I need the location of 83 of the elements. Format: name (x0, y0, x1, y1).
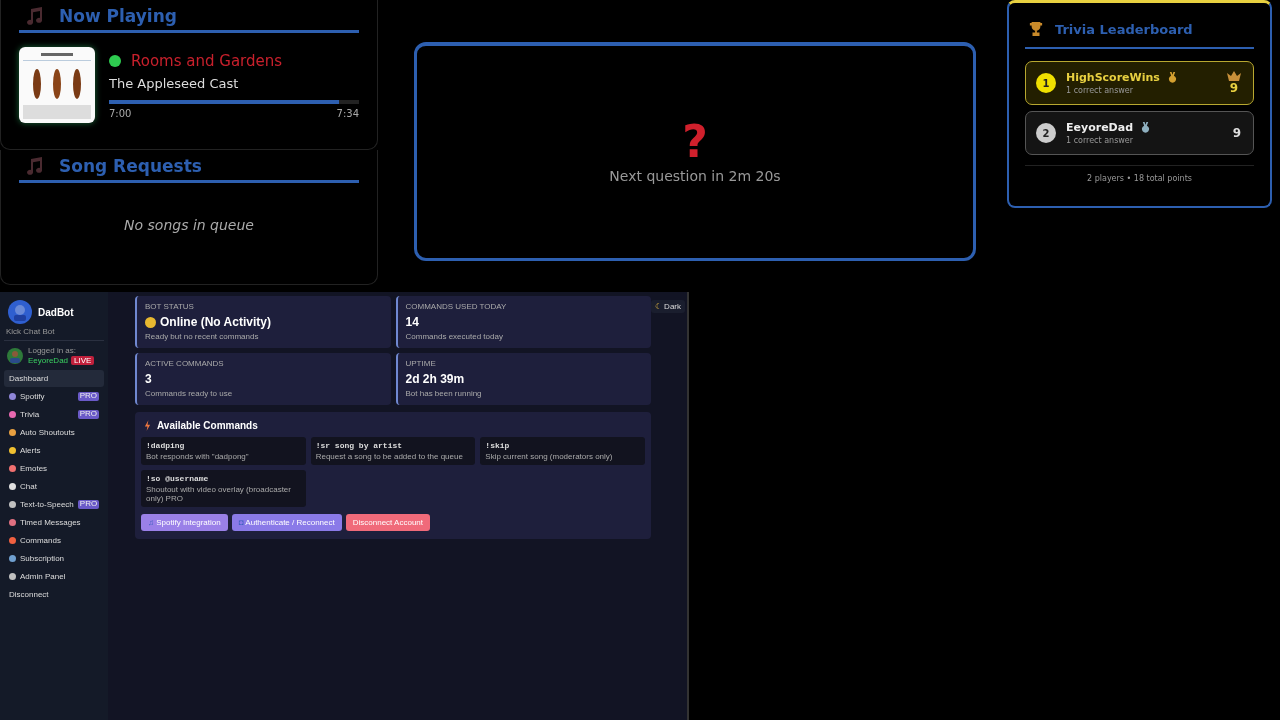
lightning-icon (144, 420, 151, 431)
username: EeyoreDad (28, 356, 69, 365)
track-title: Rooms and Gardens (131, 52, 283, 70)
countdown-text: Next question in 2m 20s (609, 168, 781, 184)
menu-label: Dashboard (9, 374, 50, 383)
pro-badge: PRO (77, 392, 99, 401)
music-note-icon (25, 6, 45, 26)
sidebar-item[interactable]: Timed Messages (4, 514, 104, 531)
sidebar-item[interactable]: Emotes (4, 460, 104, 477)
empty-queue-text: No songs in queue (123, 217, 255, 233)
card-title: Available Commands (157, 420, 258, 431)
theme-toggle[interactable]: ☾ Dark (650, 300, 685, 313)
live-badge: LIVE (71, 356, 95, 365)
stat-label: UPTIME (405, 359, 437, 368)
sidebar-item[interactable]: Trivia PRO (4, 406, 104, 423)
sidebar-item[interactable]: Subscription (4, 550, 104, 567)
panel-title: Trivia Leaderboard (1055, 21, 1193, 37)
menu-label: Emotes (20, 464, 49, 473)
panel-title: Song Requests (59, 156, 202, 176)
menu-label: Trivia (20, 410, 41, 419)
stat-caption: Commands ready to use (145, 389, 234, 398)
player-score: 9 (1229, 81, 1239, 95)
stat-value: 14 (405, 315, 419, 329)
menu-label: Subscription (20, 554, 66, 563)
command-code: !so @username (146, 474, 210, 483)
command-description: Bot responds with "dadpong" (146, 452, 250, 461)
duration-time: 7:34 (336, 108, 359, 119)
menu-label: Auto Shoutouts (20, 428, 76, 437)
sidebar-item[interactable]: Alerts (4, 442, 104, 459)
player-detail: 1 correct answer (1066, 136, 1135, 145)
question-mark: ? (682, 120, 708, 164)
stat-label: ACTIVE COMMANDS (145, 359, 225, 368)
menu-label: Commands (20, 536, 62, 545)
sidebar-item[interactable]: Text-to-Speech PRO (4, 496, 104, 513)
artist-name: The Appleseed Cast (109, 76, 240, 91)
stat-caption: Commands executed today (405, 332, 504, 341)
elapsed-time: 7:00 (109, 108, 132, 119)
stat-caption: Ready but no recent commands (145, 332, 260, 341)
stat-caption: Bot has been running (405, 389, 483, 398)
menu-label: Chat (20, 482, 38, 491)
leaderboard-summary: 2 players • 18 total points (1086, 174, 1193, 183)
rank-badge: 2 (1036, 123, 1056, 143)
stat-label: BOT STATUS (145, 302, 195, 311)
sidebar-item[interactable]: Chat (4, 478, 104, 495)
music-note-icon (25, 156, 45, 176)
sidebar-item[interactable]: Spotify PRO (4, 388, 104, 405)
user-avatar-icon (7, 347, 23, 364)
player-score: 9 (1232, 126, 1241, 140)
medal-icon (1141, 122, 1150, 133)
menu-label: Text-to-Speech (20, 500, 74, 509)
sidebar-item[interactable]: Auto Shoutouts (4, 424, 104, 441)
sidebar-item[interactable]: Dashboard (4, 370, 104, 387)
medal-icon (1167, 72, 1177, 83)
command-code: !dadping (146, 441, 186, 450)
pro-badge: PRO (77, 500, 100, 509)
player-detail: 1 correct answer (1066, 86, 1135, 95)
command-description: Request a song to be added to the queue (315, 452, 464, 461)
disconnect-link[interactable]: Disconnect (4, 586, 104, 603)
command-code: !skip (485, 441, 511, 450)
crown-icon (1227, 71, 1241, 81)
stat-label: COMMANDS USED TODAY (405, 302, 508, 311)
sidebar-item[interactable]: Commands (4, 532, 104, 549)
player-name: EeyoreDad (1066, 121, 1133, 134)
menu-label: Admin Panel (20, 572, 67, 581)
menu-label: Spotify (20, 392, 46, 401)
sidebar-item[interactable]: Admin Panel (4, 568, 104, 585)
app-subtitle: Kick Chat Bot (4, 324, 104, 341)
command-description: Shoutout with video overlay (broadcaster only) PRO (146, 485, 292, 503)
command-description: Skip current song (moderators only) (485, 452, 614, 461)
stat-value: 3 (145, 372, 152, 386)
menu-label: Alerts (20, 446, 42, 455)
rank-badge: 1 (1036, 73, 1056, 93)
bot-avatar-icon (8, 300, 32, 324)
logged-in-label: Logged in as: (28, 346, 78, 355)
trophy-icon (1029, 21, 1043, 37)
pro-badge: PRO (77, 410, 99, 419)
stat-value: Online (No Activity) (160, 315, 271, 329)
player-name: HighScoreWins (1066, 71, 1160, 84)
stat-value: 2d 2h 39m (405, 372, 465, 386)
app-name: DadBot (38, 306, 74, 318)
menu-label: Timed Messages (20, 518, 82, 527)
panel-title: Now Playing (59, 6, 177, 26)
command-code: !sr song by artist (315, 441, 404, 450)
